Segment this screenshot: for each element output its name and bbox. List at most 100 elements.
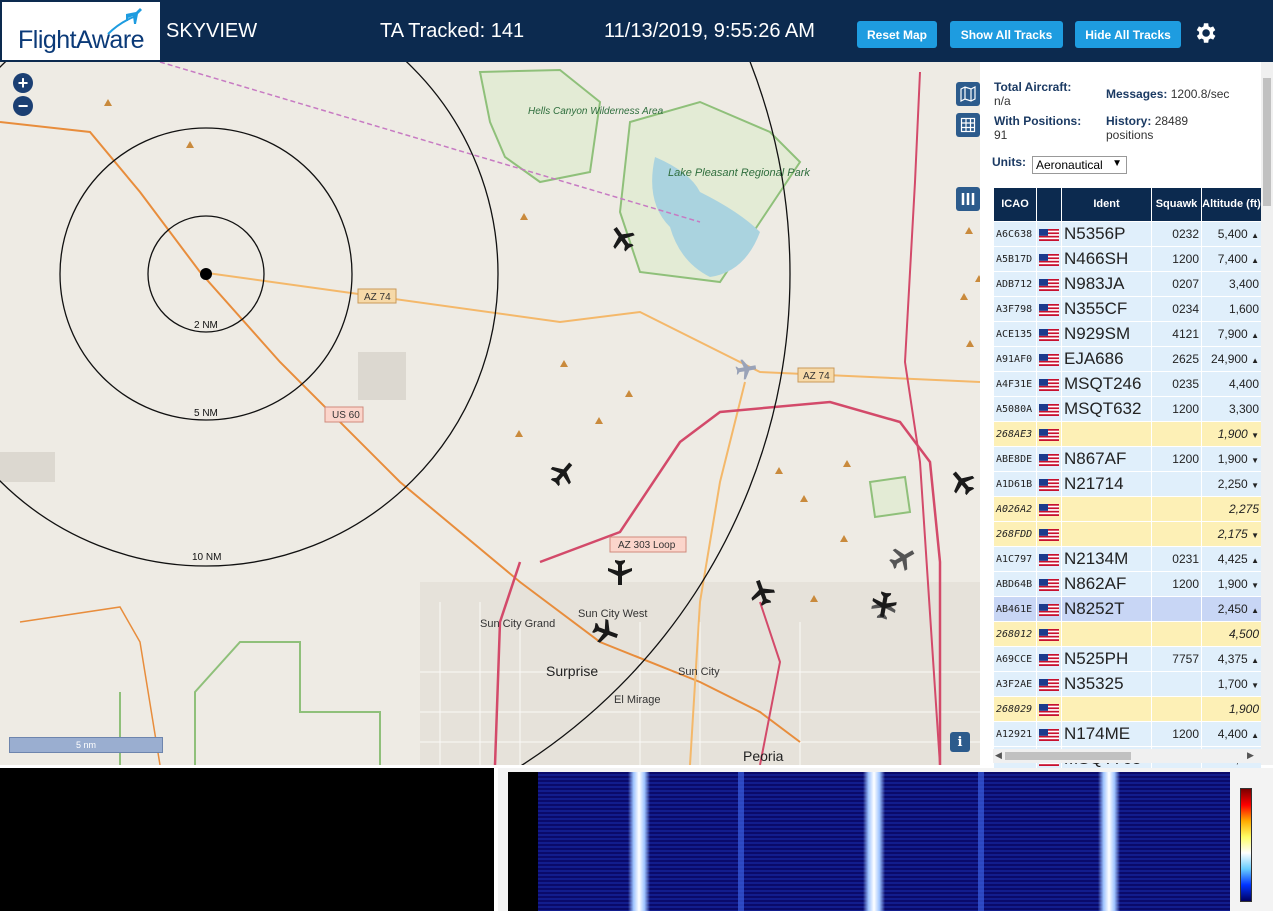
ident-cell: N21714 [1061,471,1152,497]
ident-cell: N983JA [1061,271,1152,297]
zoom-in-button[interactable]: + [13,73,33,93]
table-row[interactable]: 268FDD 2,175 ▼ [993,521,1262,547]
reset-map-button[interactable]: Reset Map [857,21,937,48]
flag-cell [1036,721,1062,747]
flightaware-logo[interactable]: FlightAware [2,2,160,60]
zoom-out-button[interactable]: − [13,96,33,116]
altitude-cell: 3,400 [1201,271,1262,297]
icao-cell: ABE8DE [993,446,1037,472]
place-lake-pleasant: Lake Pleasant Regional Park [668,167,810,179]
squawk-cell: 0235 [1151,371,1202,397]
column-header-flag[interactable] [1036,187,1062,222]
column-toggle-button[interactable] [956,187,980,211]
app-title: SKYVIEW [166,20,258,42]
road-label-az303: AZ 303 Loop [618,540,676,551]
icao-cell: A12921 [993,721,1037,747]
flag-cell [1036,546,1062,572]
altitude-cell: 24,900 ▲ [1201,346,1262,372]
table-row[interactable]: 268012 4,500 [993,621,1262,647]
altitude-value: 1,700 [1217,677,1248,691]
flag-cell [1036,496,1062,522]
scroll-left-icon[interactable]: ◀ [995,750,1002,761]
altitude-cell: 4,425 ▲ [1201,546,1262,572]
column-header-squawk[interactable]: Squawk [1151,187,1202,222]
altitude-value: 4,500 [1228,627,1259,641]
grid-icon [960,117,976,133]
top-header: FlightAware SKYVIEW TA Tracked: 141 11/1… [0,0,1273,62]
table-row[interactable]: A1D61B N21714 2,250 ▼ [993,471,1262,497]
columns-icon [961,193,975,205]
panel-vertical-scroll-thumb[interactable] [1263,78,1271,206]
table-row[interactable]: A3F798 N355CF 0234 1,600 [993,296,1262,322]
table-row[interactable]: A5B17D N466SH 1200 7,400 ▲ [993,246,1262,272]
flag-cell [1036,521,1062,547]
altitude-cell: 4,400 [1201,371,1262,397]
history-unit: positions [1106,128,1154,142]
ident-cell [1061,521,1152,547]
icao-cell: A5080A [993,396,1037,422]
flag-cell [1036,446,1062,472]
scroll-right-icon[interactable]: ▶ [1247,750,1254,761]
table-row[interactable]: A5080A MSQT632 1200 3,300 [993,396,1262,422]
table-row[interactable]: 268AE3 1,900 ▼ [993,421,1262,447]
column-header-altitude[interactable]: Altitude (ft) [1201,187,1262,222]
us-flag-icon [1039,629,1059,642]
us-flag-icon [1039,554,1059,567]
ident-cell: MSQT246 [1061,371,1152,397]
table-row[interactable]: AB461E N8252T 2,450 ▲ [993,596,1262,622]
us-flag-icon [1039,229,1059,242]
us-flag-icon [1039,729,1059,742]
ident-cell [1061,621,1152,647]
us-flag-icon [1039,504,1059,517]
table-row[interactable]: ABE8DE N867AF 1200 1,900 ▼ [993,446,1262,472]
altitude-value: 4,400 [1217,727,1248,741]
us-flag-icon [1039,604,1059,617]
table-row[interactable]: 268029 1,900 [993,696,1262,722]
ident-cell: EJA686 [1061,346,1152,372]
table-row[interactable]: A026A2 2,275 [993,496,1262,522]
ident-cell [1061,496,1152,522]
flag-cell [1036,371,1062,397]
us-flag-icon [1039,529,1059,542]
icao-cell: A6C638 [993,221,1037,247]
plane-logo-icon [107,8,142,35]
table-row[interactable]: A91AF0 EJA686 2625 24,900 ▲ [993,346,1262,372]
units-label: Units: [992,155,1026,169]
us-flag-icon [1039,404,1059,417]
map-info-button[interactable]: i [950,732,970,752]
messages-stat: Messages: 1200.8/sec [1106,87,1229,101]
us-flag-icon [1039,354,1059,367]
table-row[interactable]: A1C797 N2134M 0231 4,425 ▲ [993,546,1262,572]
hide-all-tracks-button[interactable]: Hide All Tracks [1075,21,1181,48]
column-header-icao[interactable]: ICAO [993,187,1037,222]
panel-horizontal-scroll-thumb[interactable] [1005,752,1131,760]
gear-icon[interactable] [1192,20,1218,46]
ident-cell: N5356P [1061,221,1152,247]
table-row[interactable]: A3F2AE N35325 1,700 ▼ [993,671,1262,697]
table-row[interactable]: ACE135 N929SM 4121 7,900 ▲ [993,321,1262,347]
altitude-value: 3,400 [1228,277,1259,291]
us-flag-icon [1039,579,1059,592]
table-row[interactable]: ADB712 N983JA 0207 3,400 [993,271,1262,297]
altitude-value: 2,175 [1217,527,1248,541]
spectrum-waterfall [508,772,1230,911]
table-row[interactable]: A69CCE N525PH 7757 4,375 ▲ [993,646,1262,672]
map-canvas[interactable]: 2 NM 5 NM 10 NM AZ 74 AZ 74 US 60 AZ 303… [0,62,980,765]
history-label: History: [1106,114,1152,128]
map-layers-button[interactable] [956,82,980,106]
messages-label: Messages: [1106,87,1168,101]
table-row[interactable]: A6C638 N5356P 0232 5,400 ▲ [993,221,1262,247]
signal-display-left [0,768,494,911]
total-aircraft-stat: Total Aircraft: n/a [994,80,1071,108]
icao-cell: A026A2 [993,496,1037,522]
table-row[interactable]: A12921 N174ME 1200 4,400 ▲ [993,721,1262,747]
table-row[interactable]: A4F31E MSQT246 0235 4,400 [993,371,1262,397]
units-select[interactable]: Aeronautical ▼ [1032,156,1127,174]
grid-toggle-button[interactable] [956,113,980,137]
table-row[interactable]: ABD64B N862AF 1200 1,900 ▼ [993,571,1262,597]
map-view[interactable]: 2 NM 5 NM 10 NM AZ 74 AZ 74 US 60 AZ 303… [0,62,980,765]
altitude-trend-icon: ▼ [1251,431,1259,440]
squawk-cell: 7757 [1151,646,1202,672]
column-header-ident[interactable]: Ident [1061,187,1152,222]
show-all-tracks-button[interactable]: Show All Tracks [950,21,1063,48]
